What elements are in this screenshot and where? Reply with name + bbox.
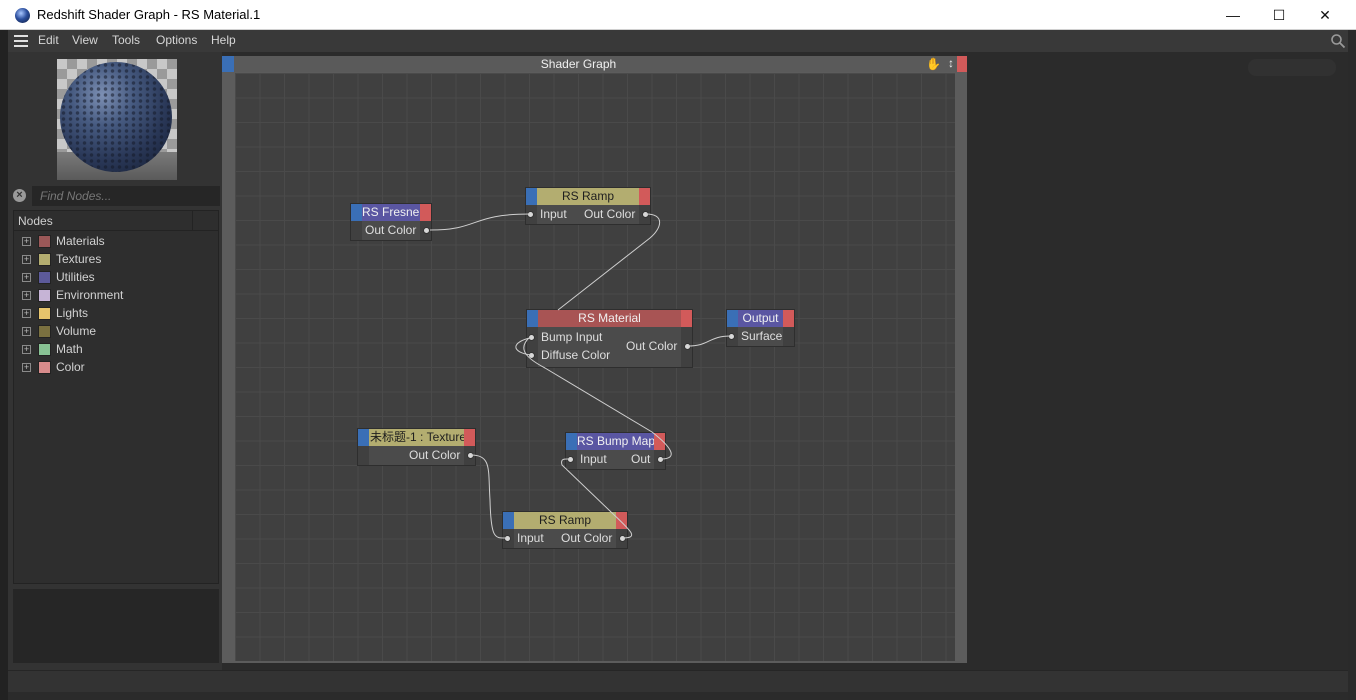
right-pill xyxy=(1248,59,1336,76)
category-swatch xyxy=(38,307,51,320)
output-port[interactable] xyxy=(642,211,649,218)
expand-icon[interactable]: + xyxy=(22,291,31,300)
port-label: Out Color xyxy=(584,207,636,221)
category-swatch xyxy=(38,325,51,338)
node-rs-ramp-1[interactable]: RS Ramp Input Out Color xyxy=(525,187,651,225)
node-title: RS Ramp xyxy=(537,188,639,205)
menu-view[interactable]: View xyxy=(72,33,98,47)
node-title: RS Material xyxy=(538,310,681,327)
node-rs-ramp-2[interactable]: RS Ramp Input Out Color xyxy=(502,511,628,549)
port-label: Surface xyxy=(741,329,783,343)
input-port[interactable] xyxy=(728,333,735,340)
node-title: RS Fresnel xyxy=(362,204,420,221)
maximize-button[interactable]: ☐ xyxy=(1256,0,1302,30)
background-strip xyxy=(0,30,8,700)
window-title: Redshift Shader Graph - RS Material.1 xyxy=(37,7,261,22)
tree-item-materials[interactable]: + Materials xyxy=(14,233,214,251)
port-label: Out Color xyxy=(561,531,613,545)
node-rs-fresnel[interactable]: RS Fresnel Out Color xyxy=(350,203,432,241)
expand-icon[interactable]: + xyxy=(22,255,31,264)
zoom-arrows-icon[interactable]: ↕ xyxy=(948,56,954,70)
description-box xyxy=(13,589,219,663)
expand-icon[interactable]: + xyxy=(22,327,31,336)
expand-icon[interactable]: + xyxy=(22,237,31,246)
close-button[interactable]: ✕ xyxy=(1302,0,1348,30)
category-swatch xyxy=(38,235,51,248)
port-label: Input xyxy=(517,531,544,545)
port-label: Bump Input xyxy=(541,330,603,344)
expand-icon[interactable]: + xyxy=(22,273,31,282)
find-nodes-bar: × xyxy=(10,186,220,206)
left-panel: × Nodes + Materials + Textures + Utiliti… xyxy=(8,52,222,670)
node-rs-bump-map[interactable]: RS Bump Map Input Out xyxy=(565,432,666,470)
output-port[interactable] xyxy=(684,343,691,350)
category-swatch xyxy=(38,253,51,266)
hamburger-menu-icon[interactable] xyxy=(14,35,28,47)
tree-item-volume[interactable]: + Volume xyxy=(14,323,214,341)
tree-item-textures[interactable]: + Textures xyxy=(14,251,214,269)
tree-item-environment[interactable]: + Environment xyxy=(14,287,214,305)
port-label: Out Color xyxy=(626,339,678,353)
port-label: Diffuse Color xyxy=(541,348,611,362)
pan-hand-icon[interactable]: ✋ xyxy=(926,57,941,71)
graph-titlebar: Shader Graph ✋ ↕ xyxy=(222,56,967,72)
output-port[interactable] xyxy=(423,227,430,234)
window-titlebar: Redshift Shader Graph - RS Material.1 — … xyxy=(0,0,1356,30)
tree-item-math[interactable]: + Math xyxy=(14,341,214,359)
port-label: Out Color xyxy=(365,223,417,237)
node-output[interactable]: Output Surface xyxy=(726,309,795,347)
input-port[interactable] xyxy=(528,352,535,359)
menu-edit[interactable]: Edit xyxy=(38,33,59,47)
input-port[interactable] xyxy=(528,334,535,341)
status-bar xyxy=(8,670,1348,692)
output-port[interactable] xyxy=(657,456,664,463)
port-label: Input xyxy=(580,452,607,466)
material-preview xyxy=(57,59,177,180)
right-edge-strip xyxy=(1348,30,1356,700)
search-icon[interactable] xyxy=(1330,33,1346,49)
node-title: RS Bump Map xyxy=(577,433,654,450)
expand-icon[interactable]: + xyxy=(22,345,31,354)
preview-sphere xyxy=(60,62,172,172)
graph-title: Shader Graph xyxy=(540,57,617,71)
node-title: 未标题-1 : Texture xyxy=(369,429,464,446)
expand-icon[interactable]: + xyxy=(22,309,31,318)
input-port[interactable] xyxy=(504,535,511,542)
menu-bar: Edit View Tools Options Help xyxy=(8,30,1348,52)
output-port[interactable] xyxy=(619,535,626,542)
menu-options[interactable]: Options xyxy=(156,33,197,47)
expand-icon[interactable]: + xyxy=(22,363,31,372)
tree-item-lights[interactable]: + Lights xyxy=(14,305,214,323)
tree-item-utilities[interactable]: + Utilities xyxy=(14,269,214,287)
menu-tools[interactable]: Tools xyxy=(112,33,140,47)
output-port[interactable] xyxy=(467,452,474,459)
find-nodes-input[interactable] xyxy=(32,186,220,206)
nodes-tree: Nodes + Materials + Textures + Utilities… xyxy=(13,210,219,584)
menu-help[interactable]: Help xyxy=(211,33,236,47)
tree-item-color[interactable]: + Color xyxy=(14,359,214,377)
input-port[interactable] xyxy=(527,211,534,218)
app-icon xyxy=(15,8,30,23)
input-port[interactable] xyxy=(567,456,574,463)
node-rs-material[interactable]: RS Material Bump Input Diffuse Color Out… xyxy=(526,309,693,368)
node-texture[interactable]: 未标题-1 : Texture Out Color xyxy=(357,428,476,466)
port-label: Out Color xyxy=(409,448,461,462)
tree-header-label: Nodes xyxy=(18,214,53,228)
category-swatch xyxy=(38,271,51,284)
tree-header: Nodes xyxy=(14,211,218,231)
node-title: RS Ramp xyxy=(514,512,616,529)
category-swatch xyxy=(38,361,51,374)
node-title: Output xyxy=(738,310,783,327)
port-label: Input xyxy=(540,207,567,221)
port-label: Out xyxy=(631,452,651,466)
category-swatch xyxy=(38,343,51,356)
category-swatch xyxy=(38,289,51,302)
clear-search-icon[interactable]: × xyxy=(13,189,26,202)
minimize-button[interactable]: — xyxy=(1210,0,1256,30)
